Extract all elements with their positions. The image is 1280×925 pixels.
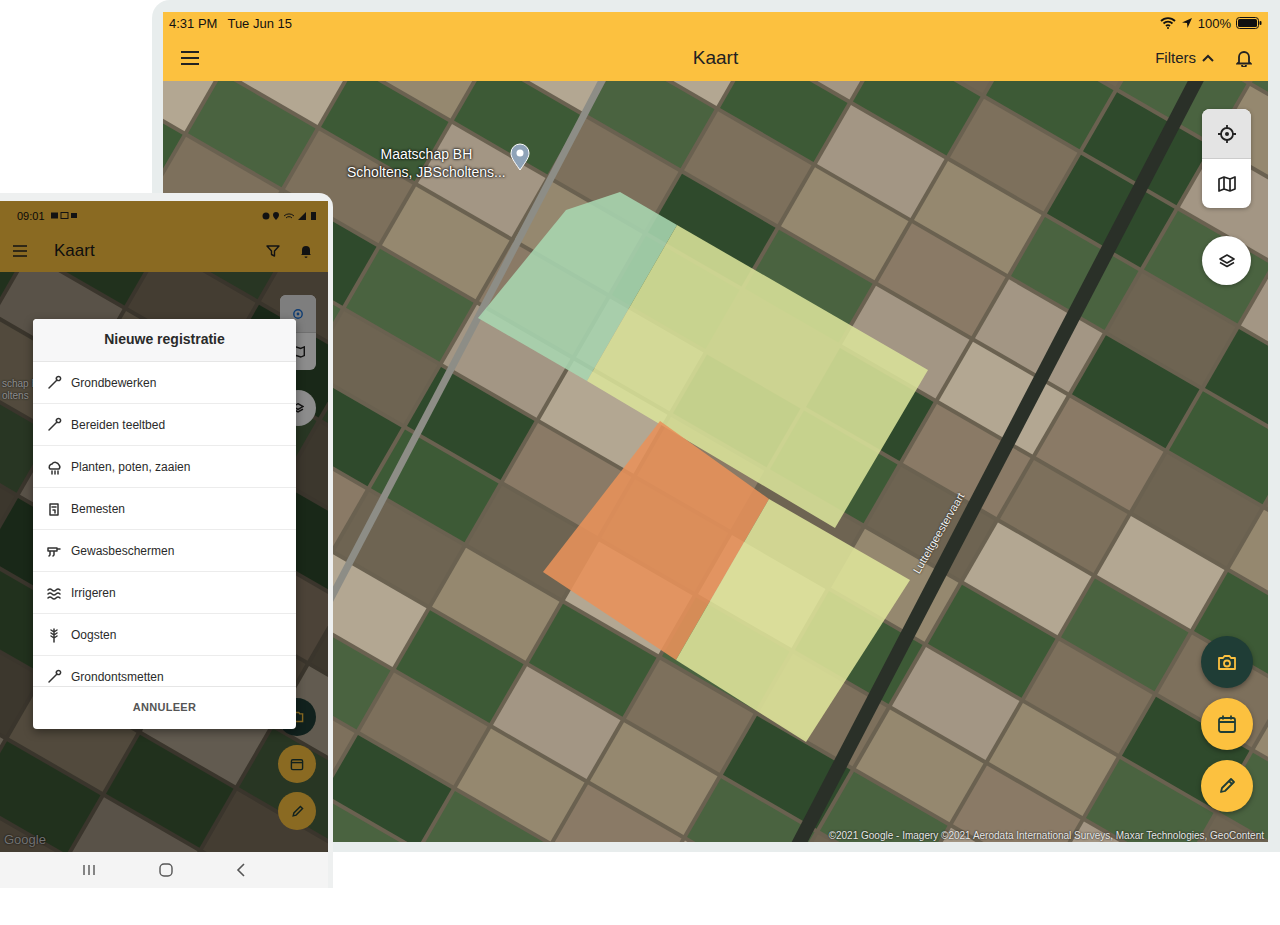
activity-icon — [46, 669, 62, 685]
map-icon — [1218, 176, 1236, 192]
app-actions: Filters — [1155, 49, 1252, 67]
wifi-icon — [1160, 17, 1176, 29]
status-right: 100% — [1160, 16, 1262, 31]
bell-icon[interactable] — [1236, 49, 1252, 67]
phone-nav-bar — [0, 852, 328, 888]
dialog-item[interactable]: Grondontsmetten — [33, 656, 296, 686]
activity-icon — [46, 501, 62, 517]
calendar-icon — [1217, 714, 1237, 734]
crosshair-icon — [1217, 124, 1237, 144]
map-type-button[interactable] — [1202, 159, 1251, 208]
layers-icon — [1219, 254, 1235, 268]
dialog-item[interactable]: Grondbewerken — [33, 362, 296, 404]
map-attribution: ©2021 Google - Imagery ©2021 Aerodata In… — [829, 830, 1264, 841]
page: 4:31 PM Tue Jun 15 100% Kaart Filters Maatsch… — [0, 0, 1280, 925]
status-bar: 4:31 PM Tue Jun 15 100% — [163, 12, 1268, 34]
pencil-button[interactable] — [1201, 760, 1253, 812]
dialog-item-label: Oogsten — [71, 628, 116, 642]
marker-label: Maatschap BHScholtens, JBScholtens... — [347, 143, 506, 181]
activity-icon — [46, 585, 62, 601]
pencil-icon — [1218, 777, 1236, 795]
recents-icon[interactable] — [82, 864, 96, 876]
marker-label-line: Scholtens, JBScholtens... — [347, 163, 506, 181]
dialog-list: Grondbewerken Bereiden teeltbed Planten, p… — [33, 362, 296, 686]
dialog-item-label: Grondbewerken — [71, 376, 156, 390]
dialog-item[interactable]: Planten, poten, zaaien — [33, 446, 296, 488]
menu-icon[interactable] — [180, 50, 200, 66]
map-button-group — [1202, 109, 1251, 208]
status-left: 4:31 PM Tue Jun 15 — [169, 16, 292, 31]
activity-icon — [46, 627, 62, 643]
dialog-item-label: Grondontsmetten — [71, 670, 164, 684]
filters-label: Filters — [1155, 49, 1196, 66]
map-parcel — [687, 778, 815, 842]
app-bar: Kaart Filters — [163, 34, 1268, 81]
marker-label-line: Maatschap BH — [347, 145, 506, 163]
chevron-up-icon — [1202, 54, 1214, 62]
field-overlay[interactable] — [676, 499, 910, 742]
map-parcel — [554, 785, 682, 842]
map-parcel — [1086, 759, 1214, 842]
activity-icon — [46, 543, 62, 559]
layers-button[interactable] — [1202, 236, 1251, 285]
dialog-item[interactable]: Irrigeren — [33, 572, 296, 614]
location-icon — [1181, 17, 1193, 29]
map-controls — [1202, 109, 1251, 285]
activity-icon — [46, 375, 62, 391]
map-parcel — [421, 791, 549, 842]
dialog-item-label: Irrigeren — [71, 586, 116, 600]
camera-button[interactable] — [1201, 636, 1253, 688]
camera-icon — [1217, 654, 1237, 671]
dialog-item[interactable]: Bemesten — [33, 488, 296, 530]
battery-level: 100% — [1198, 16, 1231, 31]
parcel-grid — [163, 81, 1268, 842]
dialog-title: Nieuwe registratie — [33, 319, 296, 362]
status-date: Tue Jun 15 — [227, 16, 292, 31]
status-time: 4:31 PM — [169, 16, 217, 31]
locate-button[interactable] — [1202, 109, 1251, 159]
map-parcel — [651, 841, 779, 842]
activity-icon — [46, 417, 62, 433]
dialog-item-label: Bemesten — [71, 502, 125, 516]
dialog-item[interactable]: Oogsten — [33, 614, 296, 656]
fab-stack — [1201, 636, 1253, 812]
activity-icon — [46, 459, 62, 475]
phone-parcel-grid — [0, 272, 328, 852]
app-title: Kaart — [693, 47, 738, 69]
dialog-item-label: Bereiden teeltbed — [71, 418, 165, 432]
filters-button[interactable]: Filters — [1155, 49, 1214, 66]
dialog-item[interactable]: Gewasbeschermen — [33, 530, 296, 572]
calendar-button[interactable] — [1201, 698, 1253, 750]
cancel-button[interactable]: ANNULEER — [33, 686, 296, 729]
back-icon[interactable] — [236, 863, 246, 877]
farm-marker[interactable]: Maatschap BHScholtens, JBScholtens... — [347, 143, 530, 181]
dialog-item[interactable]: Bereiden teeltbed — [33, 404, 296, 446]
battery-icon — [1236, 17, 1262, 29]
phone-frame: 09:01Kaartschap BoltensGoogleNieuwe regi… — [0, 193, 333, 888]
dialog-item-label: Planten, poten, zaaien — [71, 460, 190, 474]
dialog-item-label: Gewasbeschermen — [71, 544, 174, 558]
pin-icon — [510, 143, 530, 171]
new-registration-dialog: Nieuwe registratie Grondbewerken Bereiden … — [33, 319, 296, 729]
home-icon[interactable] — [159, 863, 173, 877]
